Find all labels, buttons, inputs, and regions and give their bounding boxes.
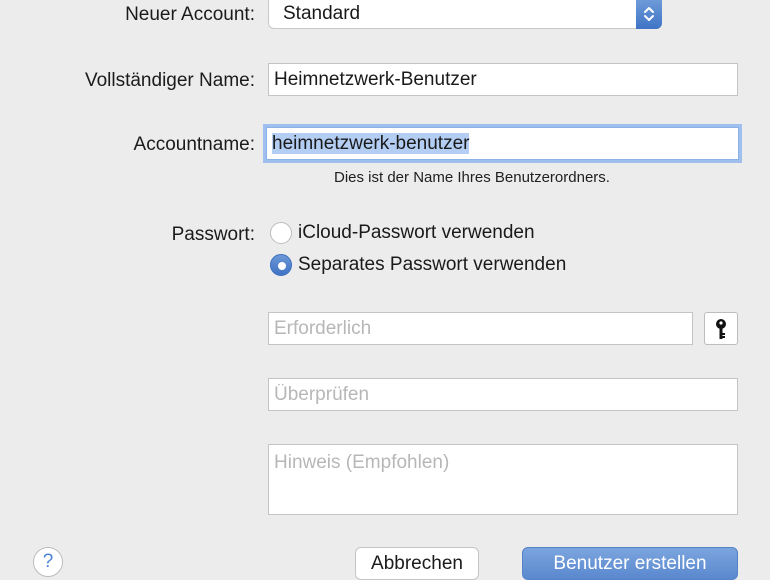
help-button[interactable]: ? [33, 547, 63, 577]
radio-icloud-label: iCloud-Passwort verwenden [298, 222, 535, 243]
account-type-value: Standard [283, 3, 361, 24]
password-hint-input[interactable] [274, 452, 732, 508]
create-user-button[interactable]: Benutzer erstellen [522, 547, 738, 580]
account-type-popup[interactable]: Standard [268, 0, 662, 29]
radio-icloud-password[interactable]: iCloud-Passwort verwenden [270, 222, 535, 244]
full-name-field[interactable] [268, 63, 738, 96]
radio-button-selected-icon[interactable] [270, 254, 292, 276]
verify-password-input[interactable] [274, 379, 732, 410]
full-name-label: Vollständiger Name: [84, 70, 255, 91]
cancel-button[interactable]: Abbrechen [355, 547, 479, 580]
password-assistant-button[interactable] [704, 312, 738, 345]
radio-separate-password[interactable]: Separates Passwort verwenden [270, 254, 566, 276]
password-hint-field[interactable] [268, 444, 738, 515]
radio-separate-label: Separates Passwort verwenden [298, 254, 567, 275]
chevron-up-down-icon[interactable] [636, 0, 662, 29]
full-name-input[interactable] [274, 64, 732, 95]
account-name-field[interactable]: heimnetzwerk-benutzer [266, 127, 739, 160]
account-name-label: Accountname: [133, 134, 255, 155]
radio-button-icon[interactable] [270, 222, 292, 244]
verify-password-field[interactable] [268, 378, 738, 411]
password-field[interactable] [268, 312, 693, 345]
password-label: Passwort: [171, 224, 255, 245]
account-name-hint: Dies ist der Name Ihres Benutzerordners. [334, 169, 610, 186]
new-account-label: Neuer Account: [125, 4, 255, 25]
account-name-value[interactable]: heimnetzwerk-benutzer [272, 133, 470, 154]
password-input[interactable] [274, 313, 687, 344]
